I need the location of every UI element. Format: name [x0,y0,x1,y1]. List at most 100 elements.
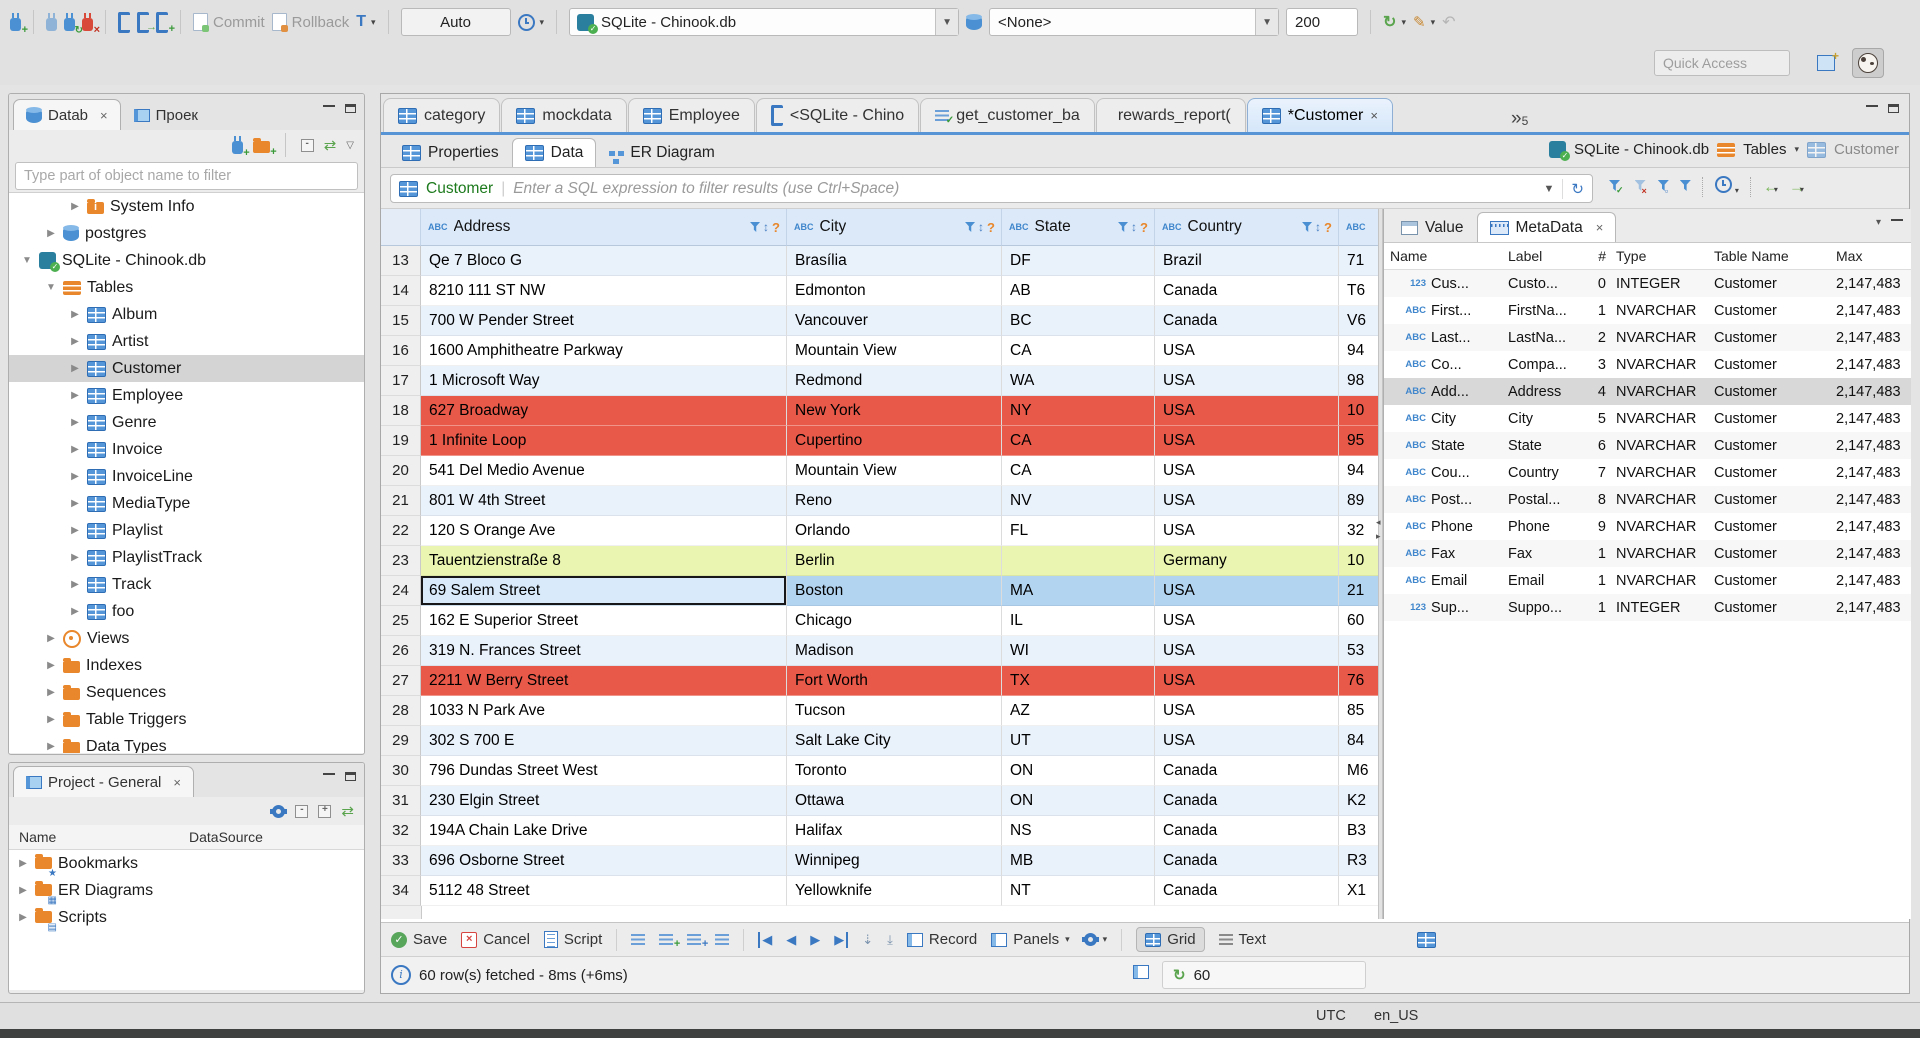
cell-address[interactable]: 1600 Amphitheatre Parkway [421,336,787,366]
cell-postalcode[interactable]: 94 [1339,456,1378,486]
metadata-row[interactable]: ABC Post... Postal... 8 NVARCHAR Customer… [1384,486,1911,513]
cell-address[interactable]: 5112 48 Street [421,876,787,906]
link-editor-icon[interactable]: ⇄ [324,136,337,154]
expander-icon[interactable]: ▶ [17,885,29,896]
cell-city[interactable]: Fort Worth [787,666,1002,696]
cell-postalcode[interactable]: V6 [1339,306,1378,336]
filter-icon[interactable] [965,222,976,232]
cell-country[interactable]: USA [1155,576,1339,606]
cell-city[interactable]: Mountain View [787,336,1002,366]
cell-state[interactable]: CA [1002,456,1155,486]
tree-item[interactable]: ▼ SQLite - Chinook.db [9,247,364,274]
apply-filter-icon[interactable]: ✓ [1609,178,1624,196]
sort-icon[interactable]: ↕ [1131,220,1137,234]
cell-address[interactable]: 1 Infinite Loop [421,426,787,456]
expander-icon[interactable]: ▼ [21,255,33,266]
breadcrumb-db[interactable]: SQLite - Chinook.db [1574,141,1709,158]
transaction-log-button[interactable]: ▾ [517,13,544,31]
nav-back-icon[interactable]: ←▾ [1763,177,1780,197]
cell-state[interactable]: UT [1002,726,1155,756]
cell-country[interactable]: USA [1155,726,1339,756]
cell-address[interactable]: Qe 7 Bloco G [421,246,787,276]
tree-item[interactable]: ▶ Album [9,301,364,328]
row-number[interactable]: 18 [381,396,421,426]
cell-postalcode[interactable]: 32 [1339,516,1378,546]
row-count-icon[interactable] [1133,965,1149,979]
row-number[interactable]: 28 [381,696,421,726]
remove-filter-icon[interactable]: × [1634,178,1647,196]
column-datasource[interactable]: DataSource [189,829,263,845]
collapse-left-icon[interactable]: ◂ [1376,517,1381,528]
tree-item[interactable]: ▶ foo [9,598,364,625]
cell-city[interactable]: Tucson [787,696,1002,726]
expander-icon[interactable]: ▶ [45,714,57,725]
tree-item[interactable]: ▶ InvoiceLine [9,463,364,490]
tree-item[interactable]: ▶ Indexes [9,652,364,679]
reconnect-icon[interactable]: ↻ [64,12,83,35]
connection-dropdown-arrow[interactable]: ▼ [935,9,959,35]
maximize-icon[interactable] [1888,104,1899,113]
tab-data[interactable]: Data [511,138,597,167]
grid-corner[interactable] [381,209,421,246]
expander-icon[interactable]: ▶ [69,525,81,536]
cell-address[interactable]: 541 Del Medio Avenue [421,456,787,486]
expander-icon[interactable]: ▶ [69,579,81,590]
expander-icon[interactable]: ▶ [69,336,81,347]
first-record-button[interactable]: ◀ [758,931,772,948]
expander-icon[interactable]: ▶ [69,471,81,482]
cell-postalcode[interactable]: 53 [1339,636,1378,666]
cell-country[interactable]: Canada [1155,816,1339,846]
cancel-button[interactable]: × Cancel [461,931,530,948]
tree-item[interactable]: ▶ Genre [9,409,364,436]
execution-time-icon[interactable]: ▾ [1714,176,1739,198]
disconnect-icon[interactable]: × [82,12,100,35]
cell-state[interactable]: FL [1002,516,1155,546]
gear-icon[interactable] [270,804,288,818]
schema-combo[interactable]: <None> ▼ [989,8,1280,36]
cell-city[interactable]: Redmond [787,366,1002,396]
refresh-count-field[interactable]: ↻ 60 [1162,961,1366,989]
tree-item[interactable]: ▶ Track [9,571,364,598]
cell-city[interactable]: Winnipeg [787,846,1002,876]
cell-address[interactable]: 1033 N Park Ave [421,696,787,726]
new-folder-icon[interactable]: + [252,137,277,157]
cell-address[interactable]: 8210 111 ST NW [421,276,787,306]
perspective-dbeaver-button[interactable] [1852,48,1884,78]
fetch-size-input[interactable]: 200 [1286,8,1359,36]
tree-item[interactable]: ▶ Invoice [9,436,364,463]
cell-city[interactable]: Vancouver [787,306,1002,336]
row-number[interactable]: 22 [381,516,421,546]
cell-address[interactable]: 2211 W Berry Street [421,666,787,696]
nav-forward-icon[interactable]: →▾ [1789,177,1806,197]
cell-country[interactable]: USA [1155,396,1339,426]
maximize-icon[interactable] [345,104,356,113]
transaction-mode-button[interactable]: T ▾ [356,13,375,31]
row-number[interactable]: 34 [381,876,421,906]
save-filter-icon[interactable]: ▫ [1657,178,1669,196]
close-icon[interactable]: × [1370,108,1378,123]
cell-postalcode[interactable]: 94 [1339,336,1378,366]
compare-button[interactable]: ✎ ▾ [1413,13,1435,31]
tab-project-general[interactable]: Project - General × [13,766,194,797]
row-number[interactable]: 25 [381,606,421,636]
tree-item[interactable]: ▶ Playlist [9,517,364,544]
cell-postalcode[interactable]: T6 [1339,276,1378,306]
tab-er-diagram[interactable]: ER Diagram [596,138,727,167]
metadata-row[interactable]: 123 Cus... Custo... 0 INTEGER Customer 2,… [1384,270,1911,297]
cell-state[interactable]: WA [1002,366,1155,396]
cell-city[interactable]: Orlando [787,516,1002,546]
cell-country[interactable]: USA [1155,636,1339,666]
delete-row-icon[interactable] [715,934,730,945]
expander-icon[interactable]: ▶ [45,228,57,239]
cell-country[interactable]: Canada [1155,306,1339,336]
cell-state[interactable]: WI [1002,636,1155,666]
cell-city[interactable]: Yellowknife [787,876,1002,906]
sync-button[interactable]: ↻ ▾ [1383,12,1406,32]
editor-tab[interactable]: Employee [627,98,755,132]
link-editor-icon[interactable]: ⇄ [341,802,354,820]
cell-state[interactable]: NS [1002,816,1155,846]
close-icon[interactable]: × [1596,220,1604,235]
cell-city[interactable]: Madison [787,636,1002,666]
cell-country[interactable]: USA [1155,606,1339,636]
cell-country[interactable]: Brazil [1155,246,1339,276]
